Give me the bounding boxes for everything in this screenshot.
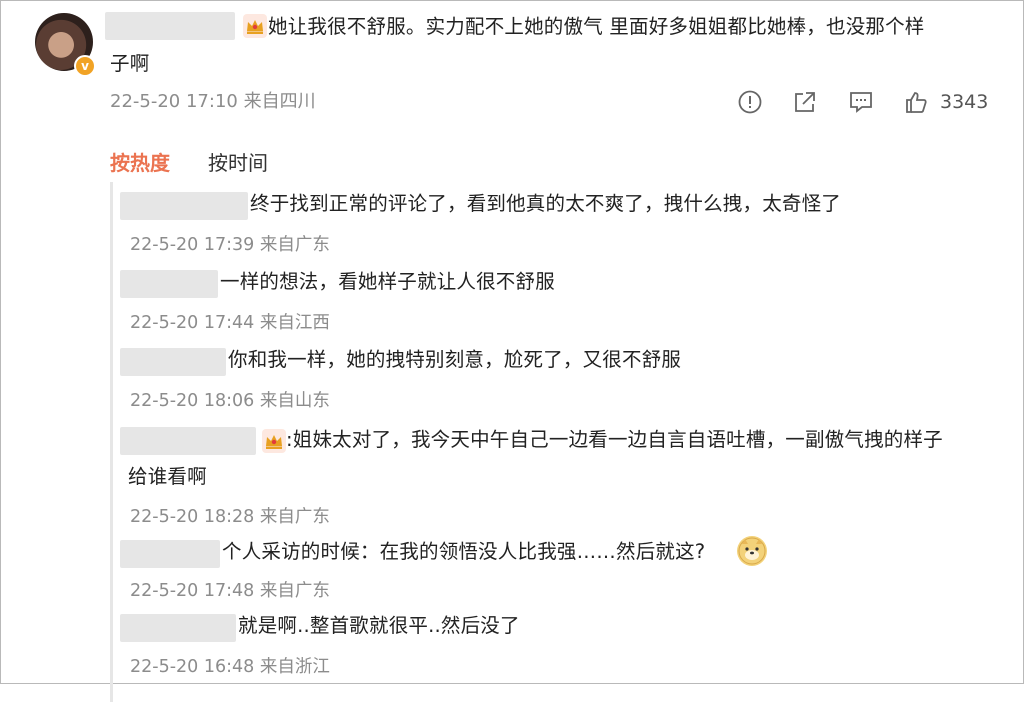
reply-meta: 22-5-20 16:48 来自浙江 [130, 657, 330, 677]
post-text-line-1: 她让我很不舒服。实力配不上她的傲气 里面好多姐姐都比她棒，也没那个样 [268, 15, 925, 38]
tab-sort-by-hot[interactable]: 按热度 [110, 148, 170, 178]
reply-text: 就是啊..整首歌就很平..然后没了 [238, 614, 520, 637]
reply-text: 你和我一样，她的拽特别刻意，尬死了，又很不舒服 [228, 348, 682, 371]
post-text-line-2: 子啊 [110, 52, 150, 75]
reply-meta: 22-5-20 17:44 来自江西 [130, 313, 330, 333]
reply-username-masked[interactable] [120, 540, 220, 568]
reply-username-masked[interactable] [120, 427, 256, 455]
reply-meta: 22-5-20 17:48 来自广东 [130, 581, 330, 601]
username-masked[interactable] [105, 12, 235, 40]
reply-meta: 22-5-20 18:06 来自山东 [130, 391, 330, 411]
comment-icon[interactable] [848, 89, 874, 115]
reply-meta: 22-5-20 18:28 来自广东 [130, 507, 330, 527]
doge-emoji-icon [737, 536, 767, 566]
report-icon[interactable] [737, 89, 763, 115]
reply-text-line-2: 给谁看啊 [128, 465, 207, 488]
like-count: 3343 [940, 91, 989, 113]
share-icon[interactable] [792, 89, 818, 115]
reply-username-masked[interactable] [120, 192, 248, 220]
reply-text: 终于找到正常的评论了，看到他真的太不爽了，拽什么拽，太奇怪了 [250, 192, 842, 215]
reply-username-masked[interactable] [120, 348, 226, 376]
reply-text-line-1: :姐妹太对了，我今天中午自己一边看一边自言自语吐槽，一副傲气拽的样子 [286, 428, 943, 451]
crown-icon [262, 429, 286, 453]
reply-username-masked[interactable] [120, 270, 218, 298]
reply-text: 一样的想法，看她样子就让人很不舒服 [220, 270, 555, 293]
reply-meta: 22-5-20 17:39 来自广东 [130, 235, 330, 255]
reply-username-masked[interactable] [120, 614, 236, 642]
post-meta: 22-5-20 17:10 来自四川 [110, 91, 316, 112]
like-icon[interactable] [903, 89, 929, 115]
verified-badge-icon: v [74, 55, 96, 77]
reply-text: 个人采访的时候：在我的领悟没人比我强……然后就这? [222, 540, 706, 563]
tab-sort-by-time[interactable]: 按时间 [208, 148, 268, 178]
crown-icon [243, 14, 267, 38]
